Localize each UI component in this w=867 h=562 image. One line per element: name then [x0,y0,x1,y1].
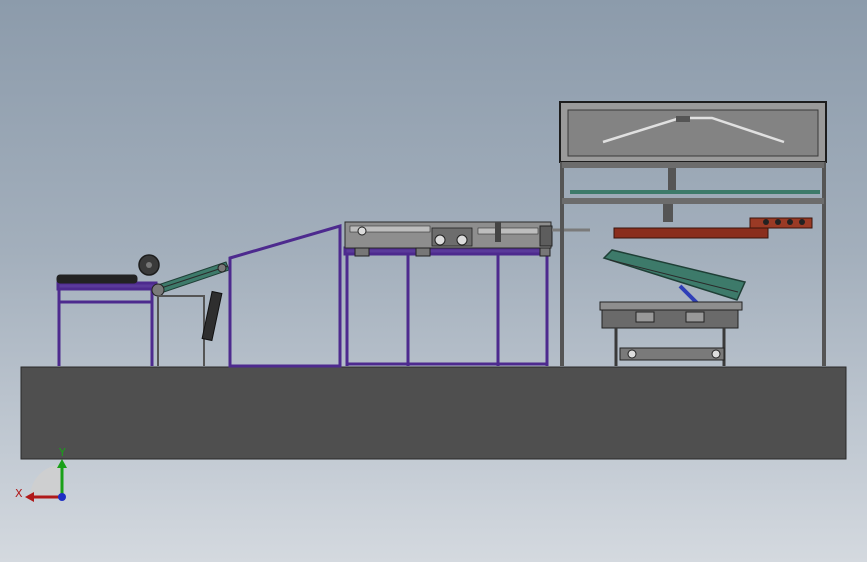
stacker-table[interactable] [599,301,743,366]
triad-plane-icon [30,465,62,497]
feed-roller[interactable] [138,254,160,276]
tilting-stacker[interactable] [602,249,747,308]
transfer-rail[interactable] [613,217,813,239]
triad-x-label: X [15,487,23,500]
y-axis-arrow-icon [57,459,67,468]
conveyor-support[interactable] [157,290,223,366]
middle-frame[interactable] [228,224,342,368]
x-axis-arrow-icon [25,492,34,502]
cutter-table-frame[interactable] [343,246,551,366]
inclined-conveyor[interactable] [151,261,230,297]
cad-viewport[interactable]: Y X [0,0,867,562]
z-axis-dot-icon [58,493,66,501]
triad-y-label: Y [58,446,66,459]
base-platform[interactable] [20,366,847,460]
left-frame-table[interactable] [56,274,158,366]
